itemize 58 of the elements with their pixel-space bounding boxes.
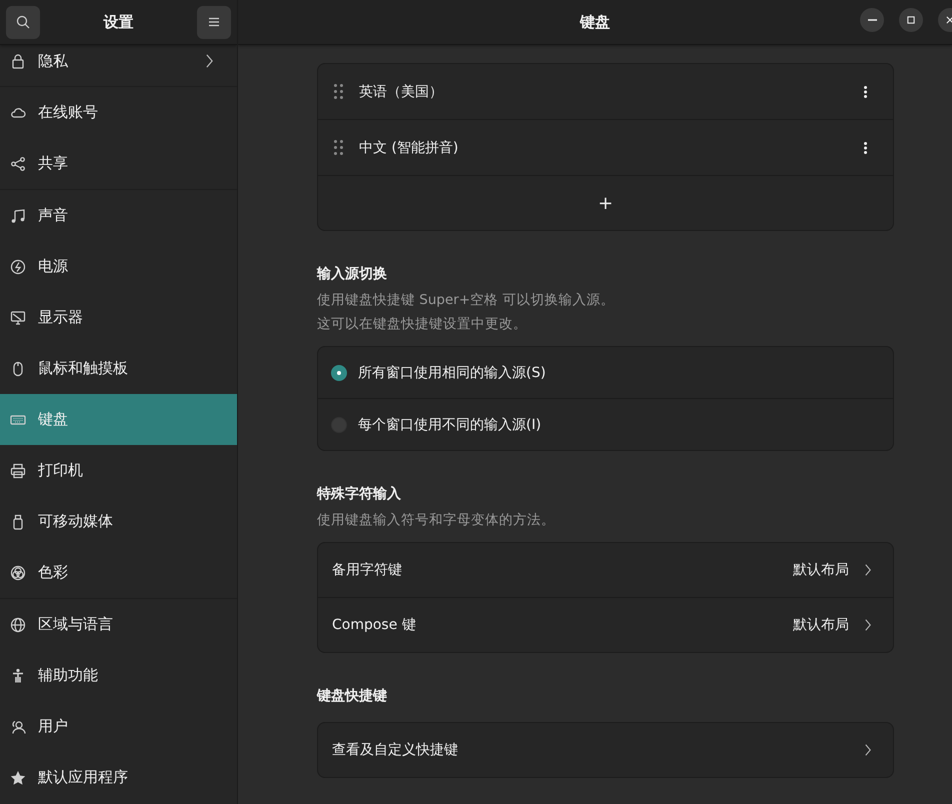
close-icon: [945, 15, 952, 25]
sidebar-item[interactable]: 区域与语言: [0, 599, 237, 650]
sidebar-item[interactable]: 声音: [0, 190, 237, 241]
sidebar-item[interactable]: 可移动媒体: [0, 496, 237, 547]
settings-row[interactable]: Compose 键 默认布局: [318, 597, 893, 652]
sidebar-item[interactable]: 鼠标和触摸板: [0, 343, 237, 394]
printer-icon: [10, 462, 26, 478]
globe-icon: [10, 616, 26, 632]
add-input-source-button[interactable]: +: [592, 190, 620, 216]
chevron-right-icon: [865, 618, 871, 632]
section-description: 这可以在键盘快捷键设置中更改。: [317, 315, 528, 334]
section-title: 输入源切换: [317, 265, 388, 283]
sidebar-item[interactable]: 在线账号: [0, 87, 237, 138]
sidebar-item[interactable]: 打印机: [0, 445, 237, 496]
radio-label: 每个窗口使用不同的输入源(I): [358, 416, 542, 434]
more-icon: [864, 142, 867, 154]
section-description: 使用键盘快捷键 Super+空格 可以切换输入源。: [317, 291, 616, 310]
radio-button[interactable]: [331, 364, 347, 380]
search-button[interactable]: [6, 6, 40, 38]
music-note-icon: [10, 208, 26, 224]
minimize-button[interactable]: [860, 8, 884, 32]
section-description: 使用键盘输入符号和字母变体的方法。: [317, 511, 556, 530]
chevron-right-icon: [865, 563, 871, 577]
drag-handle-icon: [334, 140, 343, 155]
window-title: 键盘: [580, 12, 610, 32]
sidebar-item[interactable]: 共享: [0, 138, 237, 189]
section-title: 键盘快捷键: [317, 687, 388, 705]
drag-handle-icon: [334, 84, 343, 99]
power-icon: [10, 258, 26, 274]
more-icon: [864, 86, 867, 98]
share-icon: [10, 156, 26, 172]
star-icon: [10, 770, 26, 786]
maximize-button[interactable]: [899, 8, 923, 32]
sidebar-item[interactable]: 键盘: [0, 394, 237, 445]
sidebar-item[interactable]: 隐私: [0, 45, 237, 86]
settings-row[interactable]: 备用字符键 默认布局: [318, 543, 893, 597]
chevron-right-icon: [865, 743, 871, 757]
input-source-label: 英语（美国）: [359, 82, 444, 100]
section-title: 特殊字符输入: [317, 485, 402, 503]
users-icon: [10, 718, 26, 734]
search-icon: [15, 14, 31, 30]
radio-label: 所有窗口使用相同的输入源(S): [358, 364, 547, 382]
menu-button[interactable]: [197, 6, 231, 38]
accessibility-icon: [10, 668, 26, 684]
settings-row[interactable]: 查看及自定义快捷键: [318, 723, 893, 777]
sidebar-item[interactable]: 辅助功能: [0, 650, 237, 701]
input-source-label: 中文 (智能拼音): [359, 138, 460, 156]
sidebar-item[interactable]: 色彩: [0, 547, 237, 598]
lock-icon: [10, 53, 26, 69]
sidebar-item[interactable]: 显示器: [0, 292, 237, 343]
sidebar-title: 设置: [104, 12, 134, 32]
maximize-icon: [906, 15, 916, 25]
sidebar-item[interactable]: 用户: [0, 701, 237, 752]
sidebar-item[interactable]: 电源: [0, 241, 237, 292]
color-circles-icon: [10, 564, 26, 580]
minimize-icon: [868, 19, 876, 21]
display-icon: [10, 310, 26, 326]
sidebar-item[interactable]: 默认应用程序: [0, 752, 237, 803]
